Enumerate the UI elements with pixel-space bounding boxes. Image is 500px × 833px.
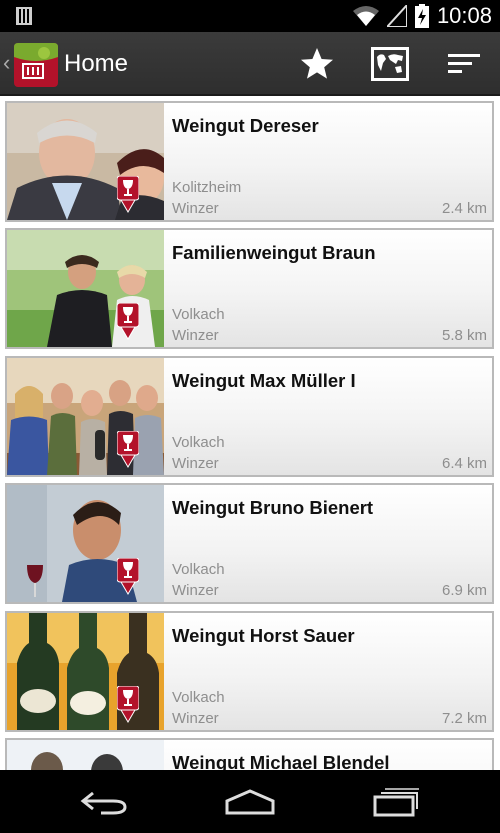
winery-type: Winzer — [172, 327, 219, 344]
list-item[interactable]: Familienweingut Braun Volkach Winzer 5.8… — [5, 228, 494, 349]
winery-photo — [7, 103, 164, 220]
winery-type: Winzer — [172, 582, 219, 599]
map-icon — [371, 47, 409, 81]
winery-photo — [7, 230, 164, 347]
winery-photo — [7, 485, 164, 602]
recent-apps-button[interactable] — [366, 782, 426, 822]
wine-glass-pin-icon — [117, 558, 139, 595]
winery-distance: 2.4 km — [441, 200, 487, 217]
notification-icon — [16, 7, 32, 25]
winery-name: Weingut Dereser — [172, 115, 319, 136]
winery-photo — [7, 740, 164, 770]
list-item[interactable]: Weingut Bruno Bienert Volkach Winzer 6.9… — [5, 483, 494, 604]
winery-type: Winzer — [172, 455, 219, 472]
star-icon — [301, 48, 333, 79]
signal-icon — [386, 5, 407, 27]
winery-distance: 6.4 km — [441, 455, 487, 472]
back-button[interactable] — [74, 782, 134, 822]
app-logo-icon[interactable] — [14, 43, 58, 87]
winery-place: Volkach — [172, 689, 225, 706]
wine-glass-pin-icon — [117, 176, 139, 213]
battery-charging-icon — [414, 4, 429, 28]
winery-distance: 5.8 km — [441, 327, 487, 344]
action-bar: ‹ Home — [0, 32, 500, 96]
list-item[interactable]: Weingut Max Müller I Volkach Winzer 6.4 … — [5, 356, 494, 477]
winery-place: Volkach — [172, 306, 225, 323]
up-caret-icon[interactable]: ‹ — [3, 52, 10, 74]
status-bar: 10:08 — [0, 0, 500, 32]
status-time: 10:08 — [436, 3, 492, 28]
winery-type: Winzer — [172, 710, 219, 727]
wifi-icon — [352, 6, 379, 26]
winery-place: Volkach — [172, 561, 225, 578]
winery-photo — [7, 358, 164, 475]
wine-glass-pin-icon — [117, 686, 139, 723]
winery-place: Volkach — [172, 434, 225, 451]
list-item[interactable]: Weingut Michael Blendel — [5, 738, 494, 770]
sort-button[interactable] — [442, 42, 486, 86]
winery-distance: 7.2 km — [441, 710, 487, 727]
winery-place: Kolitzheim — [172, 179, 242, 196]
wine-glass-pin-icon — [117, 431, 139, 468]
winery-name: Weingut Max Müller I — [172, 370, 356, 391]
winery-type: Winzer — [172, 200, 219, 217]
winery-name: Weingut Horst Sauer — [172, 625, 355, 646]
winery-distance: 6.9 km — [441, 582, 487, 599]
winery-photo — [7, 613, 164, 730]
back-icon — [80, 791, 127, 815]
list-item[interactable]: Weingut Dereser Kolitzheim Winzer 2.4 km — [5, 101, 494, 222]
navigation-bar — [0, 770, 500, 833]
winery-name: Weingut Bruno Bienert — [172, 497, 374, 518]
winery-name: Familienweingut Braun — [172, 242, 376, 263]
favorites-button[interactable] — [295, 42, 339, 86]
sort-filter-icon — [448, 54, 480, 73]
winery-name: Weingut Michael Blendel — [172, 752, 390, 770]
map-button[interactable] — [368, 42, 412, 86]
wine-glass-pin-icon — [117, 303, 139, 340]
home-button[interactable] — [220, 782, 280, 822]
recent-apps-icon — [373, 788, 419, 817]
list-item[interactable]: Weingut Horst Sauer Volkach Winzer 7.2 k… — [5, 611, 494, 732]
home-icon — [225, 789, 275, 815]
page-title: Home — [64, 50, 129, 77]
winery-list[interactable]: Weingut Dereser Kolitzheim Winzer 2.4 km… — [0, 96, 500, 770]
